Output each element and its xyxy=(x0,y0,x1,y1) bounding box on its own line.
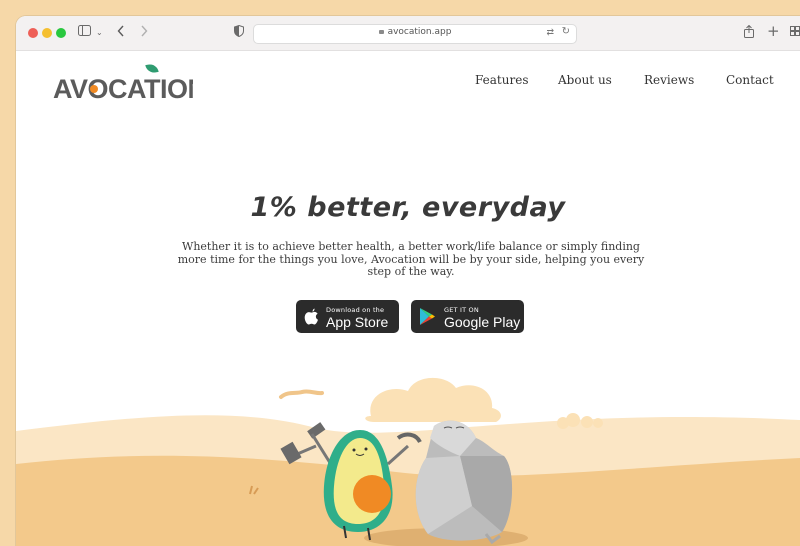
logo-wordmark-icon: AVOCATION xyxy=(53,74,193,103)
browser-toolbar: ⌄ avocation.app ⇄ ↻ + xyxy=(16,16,800,51)
google-play-button[interactable]: GET IT ON Google Play xyxy=(411,300,524,333)
google-play-small-label: GET IT ON xyxy=(444,306,479,314)
address-bar[interactable]: avocation.app ⇄ ↻ xyxy=(253,24,577,44)
app-store-big-label: App Store xyxy=(326,314,389,330)
sidebar-icon[interactable] xyxy=(78,25,91,41)
tab-overview-icon[interactable] xyxy=(790,25,800,41)
url-text: avocation.app xyxy=(387,27,452,37)
logo-text: AVOCATION xyxy=(53,74,193,103)
avocado-seed-icon xyxy=(353,475,391,513)
chevron-down-icon[interactable]: ⌄ xyxy=(96,25,103,41)
hero-headline: 1% better, everyday xyxy=(250,192,566,223)
hero-subtext: Whether it is to achieve better health, … xyxy=(177,240,645,279)
hero-illustration xyxy=(16,377,800,546)
nav-features[interactable]: Features xyxy=(475,73,528,87)
google-play-big-label: Google Play xyxy=(444,314,521,330)
reload-icon[interactable]: ↻ xyxy=(562,26,570,37)
minimize-window-button[interactable] xyxy=(42,28,52,38)
app-store-button[interactable]: Download on the App Store xyxy=(296,300,399,333)
translate-icon[interactable]: ⇄ xyxy=(546,27,554,38)
zoom-window-button[interactable] xyxy=(56,28,66,38)
nav-about-us[interactable]: About us xyxy=(558,73,612,87)
close-window-button[interactable] xyxy=(28,28,38,38)
share-icon[interactable] xyxy=(744,24,754,43)
site-logo[interactable]: AVOCATION xyxy=(53,73,193,103)
forward-icon[interactable] xyxy=(140,25,148,42)
apple-icon xyxy=(304,308,318,325)
cloud-icon xyxy=(365,377,501,422)
lock-icon xyxy=(378,30,384,34)
back-icon[interactable] xyxy=(117,25,125,42)
logo-avocado-seed-icon xyxy=(90,85,98,93)
wind-streak-icon xyxy=(279,389,324,399)
nav-reviews[interactable]: Reviews xyxy=(644,73,694,87)
nav-contact[interactable]: Contact xyxy=(726,73,774,87)
google-play-icon xyxy=(420,308,435,325)
shield-icon[interactable] xyxy=(234,24,244,42)
app-store-small-label: Download on the xyxy=(326,306,385,314)
browser-window: ⌄ avocation.app ⇄ ↻ + AVOCATION Features… xyxy=(16,16,800,546)
new-tab-icon[interactable]: + xyxy=(767,23,780,39)
